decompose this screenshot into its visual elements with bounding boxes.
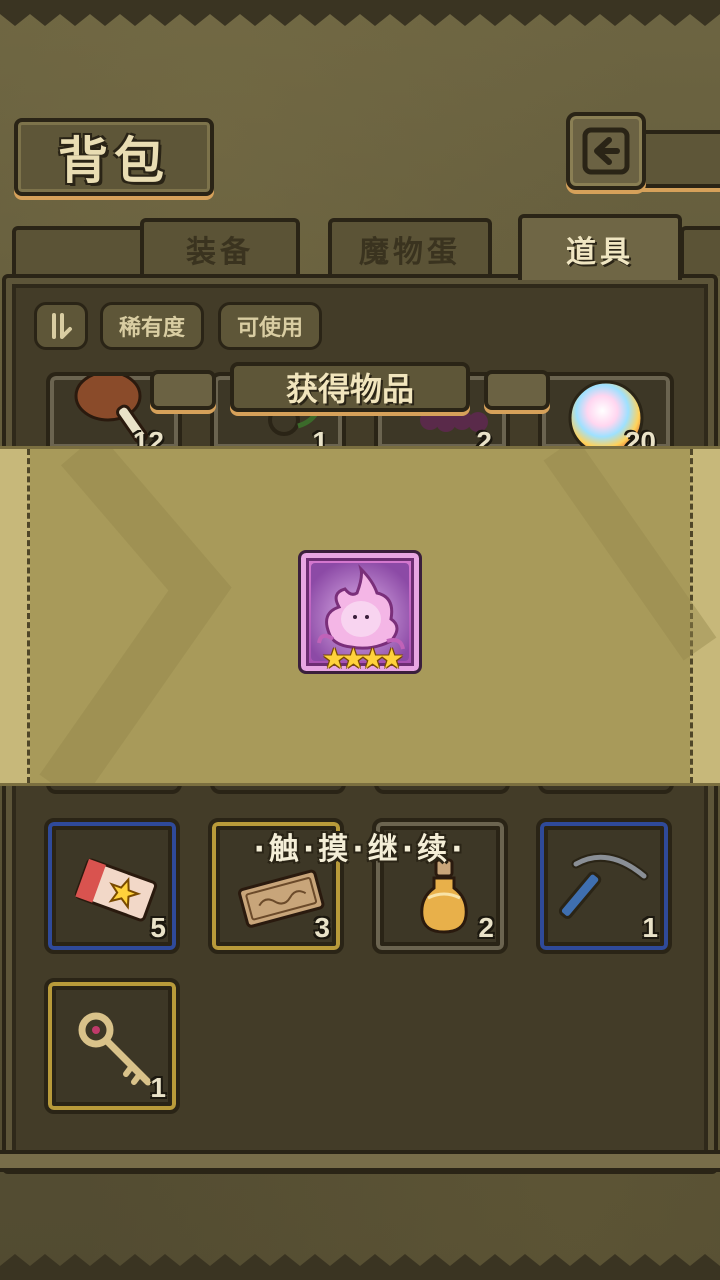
rarity-stars: ★★★★ xyxy=(321,642,404,675)
back-button[interactable] xyxy=(566,112,646,190)
item-count: 5 xyxy=(150,912,166,943)
page-title-plate: 背包 xyxy=(14,118,214,196)
list-item[interactable]: 1 xyxy=(44,978,180,1114)
tab-monster-egg-label: 魔物蛋 xyxy=(359,235,461,270)
bottom-zigzag-border xyxy=(0,1254,720,1280)
tab-right-edge xyxy=(680,226,720,276)
rarity-filter-button[interactable]: 稀有度 xyxy=(100,302,204,350)
back-arrow-icon xyxy=(582,127,630,175)
item-count: 3 xyxy=(314,912,330,943)
item-count: 1 xyxy=(312,426,328,448)
item-count: 20 xyxy=(624,426,656,448)
usable-filter-label: 可使用 xyxy=(236,316,303,341)
touch-to-continue-label: ·触·摸·继·续· xyxy=(253,832,467,867)
tab-equipment[interactable]: 装备 xyxy=(140,218,300,276)
popup-title-side-right xyxy=(484,370,550,410)
popup-title-plate: 获得物品 xyxy=(230,362,470,412)
list-item[interactable]: 20 xyxy=(538,372,674,448)
panel-bottom-rail xyxy=(0,1150,720,1172)
tab-items[interactable]: 道具 xyxy=(518,214,682,280)
toggle-icon xyxy=(52,313,72,339)
reward-item-card[interactable]: ★★★★ xyxy=(298,550,422,675)
tab-equipment-label: 装备 xyxy=(186,235,254,270)
top-zigzag-border xyxy=(0,0,720,26)
usable-filter-button[interactable]: 可使用 xyxy=(218,302,322,350)
page-title: 背包 xyxy=(58,131,170,190)
touch-to-continue-hint[interactable]: ·触·摸·继·续· xyxy=(200,822,520,870)
list-item[interactable]: 1 xyxy=(536,818,672,954)
item-count: 2 xyxy=(476,426,492,448)
back-button-rail xyxy=(640,130,720,188)
popup-title: 获得物品 xyxy=(285,370,414,408)
tab-monster-egg[interactable]: 魔物蛋 xyxy=(328,218,492,276)
sort-toggle-button[interactable] xyxy=(34,302,88,350)
popup-title-side-left xyxy=(150,370,216,410)
item-count: 2 xyxy=(478,912,494,943)
item-count: 1 xyxy=(150,1072,166,1103)
item-count: 1 xyxy=(642,912,658,943)
item-count: 12 xyxy=(132,426,164,448)
tab-left-edge xyxy=(12,226,152,276)
list-item[interactable]: 5 xyxy=(44,818,180,954)
rarity-filter-label: 稀有度 xyxy=(118,316,185,341)
tab-items-label: 道具 xyxy=(566,235,634,270)
